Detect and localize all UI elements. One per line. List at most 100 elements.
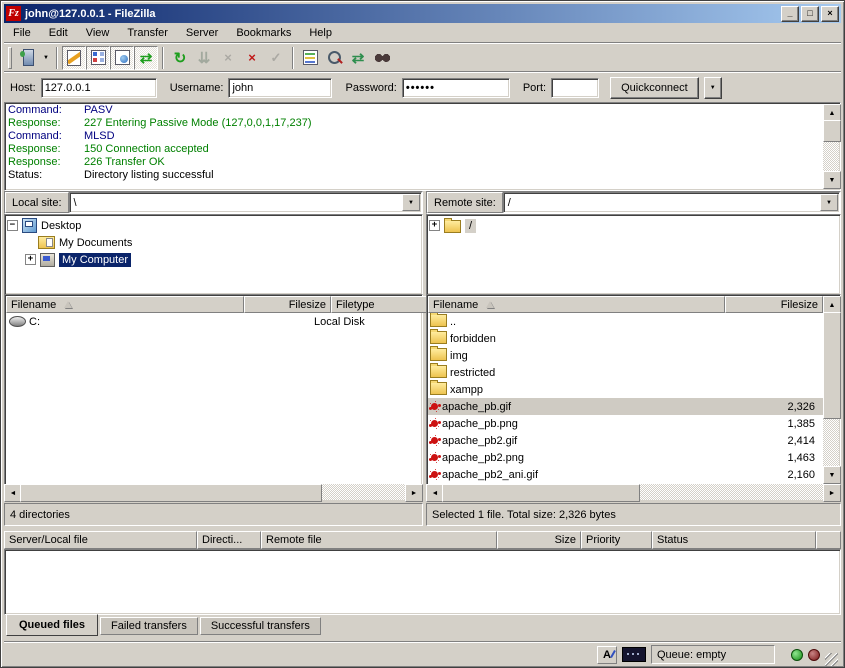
menu-item-view[interactable]: View [77,25,119,41]
local-horizontal-scrollbar[interactable]: ◄ ► [4,484,423,500]
minimize-button[interactable]: _ [781,6,799,22]
remote-file-row[interactable]: apache_pb2.png1,463 [428,449,823,466]
column-header-direction[interactable]: Directi... [197,531,261,549]
file-name: restricted [450,367,495,379]
cancel-operation-button[interactable]: × [216,46,240,70]
tab-failed-transfers[interactable]: Failed transfers [100,617,198,635]
column-header-remote-file[interactable]: Remote file [261,531,497,549]
remote-file-row[interactable]: apache_pb2_ani.gif2,160 [428,466,823,483]
remote-file-row[interactable]: apache_pb2.gif2,414 [428,432,823,449]
remote-vertical-scrollbar[interactable]: ▲ ▼ [823,296,839,484]
remote-horizontal-scrollbar[interactable]: ◄ ► [426,484,841,500]
filter-button[interactable] [322,46,346,70]
column-label: Filesize [289,299,326,311]
column-header-size[interactable]: Size [497,531,581,549]
chevron-down-icon[interactable]: ▼ [402,194,420,211]
chevron-down-icon[interactable]: ▼ [820,194,838,211]
toggle-queue-button[interactable]: ⇄ [134,46,158,70]
column-header-server-local-file[interactable]: Server/Local file [4,531,197,549]
column-header-filesize[interactable]: Filesize [244,296,331,313]
username-input[interactable]: john [228,78,332,98]
file-name: .. [450,316,456,328]
file-name: apache_pb2_ani.gif [442,469,538,481]
log-text: 226 Transfer OK [84,156,165,168]
queue-splitter[interactable] [4,524,841,531]
resize-grip[interactable] [825,653,838,666]
site-manager-button[interactable] [16,46,40,70]
refresh-button[interactable]: ↻ [168,46,192,70]
remote-site-combo[interactable]: / ▼ [503,192,840,213]
menu-item-edit[interactable]: Edit [40,25,77,41]
tree-item-root[interactable]: + / [429,217,840,234]
remote-file-row[interactable]: .. [428,313,823,330]
log-label: Response: [8,143,84,156]
quickconnect-dropdown-button[interactable]: ▼ [704,77,722,99]
reconnect-button[interactable]: ✓ [264,46,288,70]
scroll-down-icon[interactable]: ▼ [823,466,841,484]
menu-item-server[interactable]: Server [177,25,227,41]
port-input[interactable] [551,78,599,98]
tree-item-my-documents[interactable]: My Documents [7,234,422,251]
toolbar-grip[interactable] [8,47,12,69]
queue-header: Server/Local file Directi... Remote file… [4,531,841,549]
directory-comparison-button[interactable] [298,46,322,70]
remote-file-row[interactable]: img [428,347,823,364]
column-label: Priority [586,534,620,546]
site-manager-dropdown-button[interactable]: ▼ [40,46,52,70]
column-header-filename[interactable]: Filename [428,296,725,313]
tree-item-my-computer[interactable]: + My Computer [7,251,422,268]
find-files-button[interactable] [370,46,394,70]
remote-file-row-selected[interactable]: apache_pb.gif2,326 [428,398,823,415]
scroll-right-icon[interactable]: ► [405,484,423,502]
column-header-filename[interactable]: Filename [6,296,244,313]
tab-successful-transfers[interactable]: Successful transfers [200,617,321,635]
local-site-combo[interactable]: \ ▼ [69,192,422,213]
tree-item-desktop[interactable]: − Desktop [7,217,422,234]
host-label: Host: [10,82,36,94]
local-file-row[interactable]: C: Local Disk [6,313,421,330]
menu-item-bookmarks[interactable]: Bookmarks [227,25,300,41]
tab-queued-files[interactable]: Queued files [6,614,98,636]
quickconnect-button[interactable]: Quickconnect [610,77,699,99]
expand-icon[interactable]: + [25,254,36,265]
menu-item-transfer[interactable]: Transfer [118,25,177,41]
close-button[interactable]: × [821,6,839,22]
menu-item-help[interactable]: Help [300,25,341,41]
scrollbar-thumb[interactable] [442,484,640,502]
synchronized-browsing-button[interactable]: ⇄ [346,46,370,70]
scrollbar-thumb[interactable] [823,312,841,419]
column-header-status[interactable]: Status [652,531,816,549]
toggle-local-tree-button[interactable] [86,46,110,70]
file-size: 1,463 [787,452,815,464]
remote-file-row[interactable]: restricted [428,364,823,381]
disconnect-button[interactable]: × [240,46,264,70]
menu-item-file[interactable]: File [4,25,40,41]
column-label: Filesize [781,299,818,311]
remote-file-row[interactable]: apache_pb.png1,385 [428,415,823,432]
log-scrollbar[interactable]: ▲ ▼ [823,104,839,189]
process-queue-button[interactable]: ⇊ [192,46,216,70]
scrollbar-thumb[interactable] [20,484,322,502]
remote-file-row[interactable]: forbidden [428,330,823,347]
local-site-path: \ [74,197,77,209]
maximize-button[interactable]: □ [801,6,819,22]
synchronized-browsing-icon: ⇄ [352,49,365,67]
host-input[interactable]: 127.0.0.1 [41,78,157,98]
column-header-filesize[interactable]: Filesize [725,296,823,313]
column-header-priority[interactable]: Priority [581,531,652,549]
toggle-remote-tree-button[interactable] [110,46,134,70]
remote-file-row[interactable]: xampp [428,381,823,398]
scroll-right-icon[interactable]: ► [823,484,841,502]
scroll-down-icon[interactable]: ▼ [823,171,841,189]
expand-icon[interactable]: + [429,220,440,231]
local-site-label: Local site: [5,192,69,213]
scrollbar-thumb[interactable] [823,120,841,142]
port-label: Port: [523,82,546,94]
collapse-icon[interactable]: − [7,220,18,231]
disconnect-icon: × [248,50,256,65]
column-label: Filename [433,299,478,311]
password-input[interactable]: •••••• [402,78,510,98]
toggle-log-button[interactable] [62,46,86,70]
transfer-type-indicator-icon[interactable]: A [597,646,617,664]
my-computer-icon [40,253,55,267]
